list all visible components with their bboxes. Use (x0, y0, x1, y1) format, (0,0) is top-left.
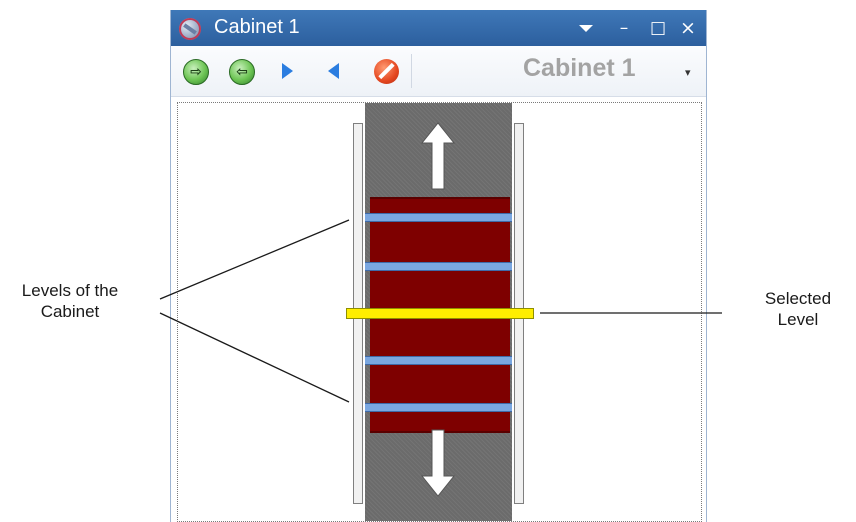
levels-annotation-line2: Cabinet (40, 302, 100, 321)
leader-line-lower (159, 312, 350, 403)
annotation-lines (159, 219, 722, 403)
levels-annotation-line1: Levels of the (21, 281, 119, 300)
levels-annotation: Levels of the Cabinet (0, 280, 140, 322)
selected-level-annotation: Selected Level (740, 288, 856, 330)
selected-annotation-line2: Level (777, 310, 819, 329)
selected-annotation-line1: Selected (764, 289, 832, 308)
leader-line-upper (159, 219, 350, 300)
